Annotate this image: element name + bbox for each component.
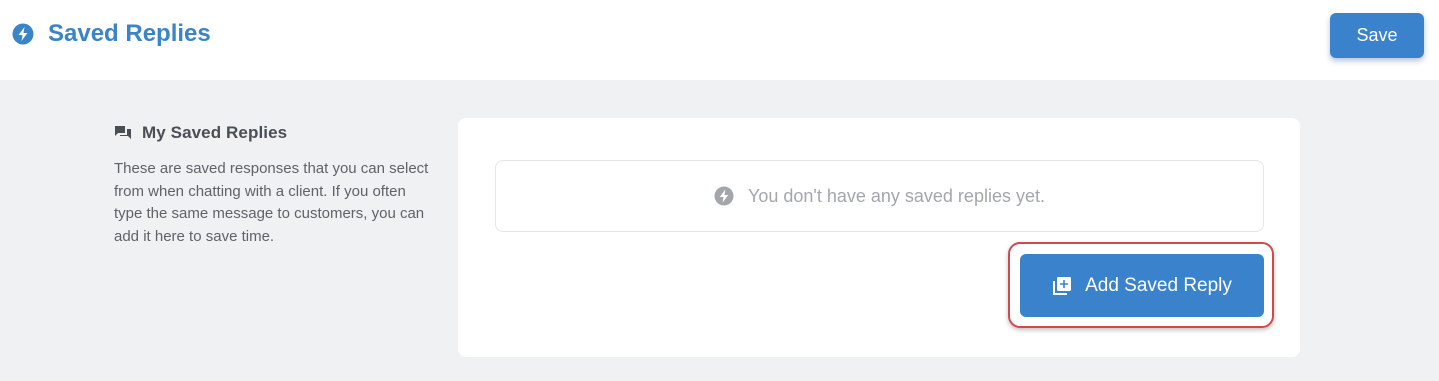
section-description: These are saved responses that you can s… [114, 160, 429, 245]
saved-replies-card: You don't have any saved replies yet. Ad… [458, 118, 1300, 357]
empty-state: You don't have any saved replies yet. [495, 160, 1264, 232]
add-saved-reply-label: Add Saved Reply [1085, 274, 1232, 296]
empty-state-message: You don't have any saved replies yet. [748, 185, 1045, 206]
save-button[interactable]: Save [1330, 13, 1424, 58]
add-button-highlight: Add Saved Reply [1008, 242, 1274, 328]
add-saved-reply-button[interactable]: Add Saved Reply [1020, 254, 1264, 317]
section-heading: My Saved Replies [114, 122, 434, 144]
section-info: My Saved Replies These are saved respons… [114, 122, 434, 248]
header-bar: Saved Replies Save [0, 0, 1439, 80]
add-to-library-icon [1052, 276, 1072, 296]
section-heading-label: My Saved Replies [142, 123, 288, 142]
page-title: Saved Replies [48, 20, 211, 47]
lightning-bolt-icon [12, 23, 34, 45]
lightning-bolt-icon [714, 186, 734, 206]
chat-bubbles-icon [114, 124, 132, 142]
